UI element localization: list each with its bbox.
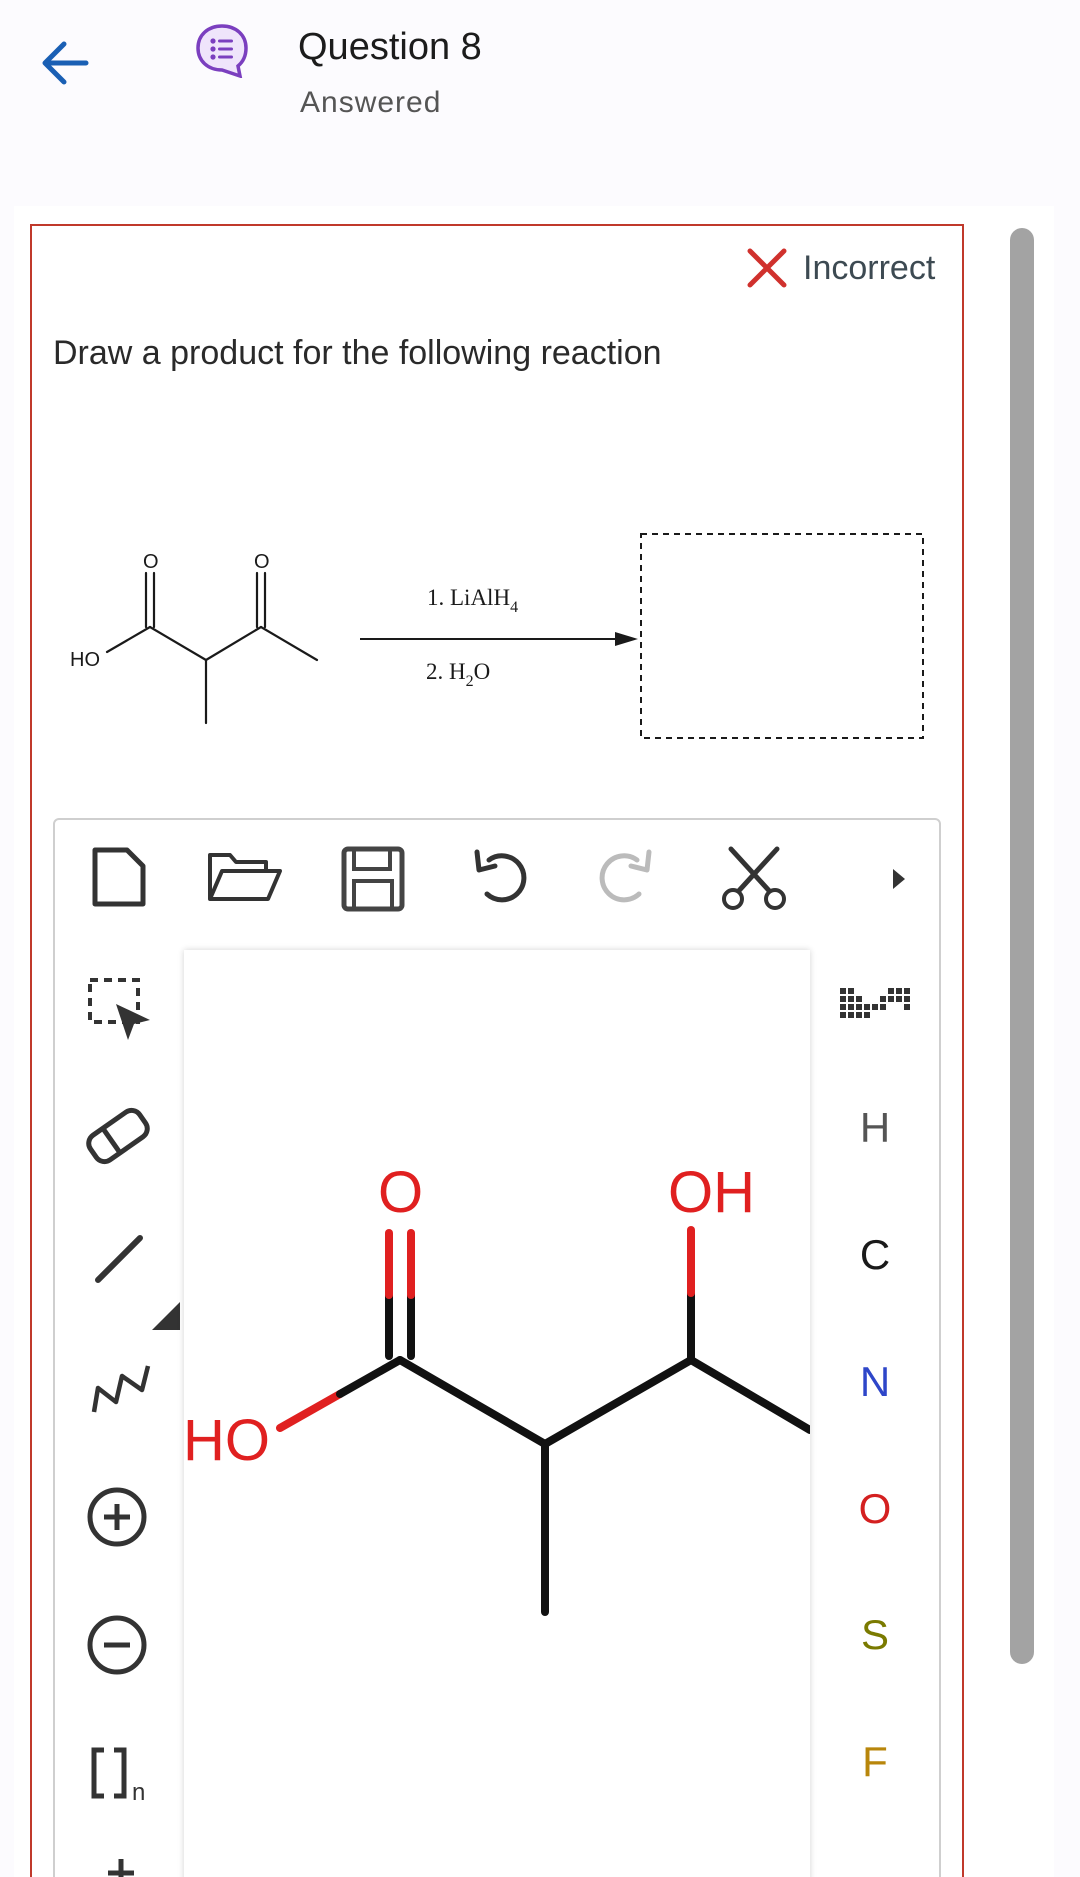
redo-icon xyxy=(599,849,652,903)
undo-button[interactable] xyxy=(466,842,536,912)
app-header: Question 8 Answered xyxy=(0,0,1080,200)
plus-icon xyxy=(108,1859,134,1877)
bond-line-icon xyxy=(95,1235,180,1330)
periodic-table-button[interactable] xyxy=(838,984,914,1030)
redo-button[interactable] xyxy=(590,842,660,912)
scrollbar[interactable] xyxy=(1010,228,1034,1664)
product-placeholder-box xyxy=(640,533,924,739)
back-button[interactable] xyxy=(32,30,98,96)
close-icon xyxy=(747,248,787,288)
eraser-icon xyxy=(86,1107,150,1165)
element-s-button[interactable]: S xyxy=(840,1611,910,1659)
question-title: Question 8 xyxy=(298,26,482,68)
svg-text:2. H2O: 2. H2O xyxy=(426,659,490,690)
plus-circle-icon xyxy=(87,1487,147,1547)
chain-icon xyxy=(91,1365,151,1413)
element-h-button[interactable]: H xyxy=(840,1104,910,1152)
drawn-structure: HO O OH xyxy=(183,1160,814,1616)
undo-icon xyxy=(474,849,527,903)
reactant-oxygen1-label: O xyxy=(143,551,159,573)
reactant-oxygen2-label: O xyxy=(254,551,270,573)
svg-text:1. LiAlH4: 1. LiAlH4 xyxy=(427,585,518,616)
negative-charge-tool[interactable] xyxy=(84,1612,150,1678)
open-folder-icon xyxy=(208,853,282,901)
caret-right-icon xyxy=(893,869,905,889)
reaction-scheme: HO O O 1. LiAlH4 2. H2O xyxy=(70,533,924,739)
positive-charge-tool[interactable] xyxy=(84,1484,150,1550)
element-c-button[interactable]: C xyxy=(840,1231,910,1279)
drawing-canvas[interactable]: HO O OH xyxy=(183,950,814,1877)
more-tools-button[interactable] xyxy=(886,862,912,896)
eraser-tool[interactable] xyxy=(82,1100,154,1172)
drawn-oh-label: OH xyxy=(668,1160,755,1225)
question-status-subtitle: Answered xyxy=(300,86,442,119)
element-f-button[interactable]: F xyxy=(840,1738,910,1786)
arrow-left-icon xyxy=(42,41,89,85)
element-o-button[interactable]: O xyxy=(840,1485,910,1533)
status-label: Incorrect xyxy=(803,248,936,287)
new-file-icon xyxy=(92,847,146,907)
question-prompt: Draw a product for the following reactio… xyxy=(53,334,662,372)
reagent-1: 1. LiAlH xyxy=(427,585,510,610)
save-icon xyxy=(341,846,405,912)
open-button[interactable] xyxy=(202,842,286,912)
bracket-tool[interactable]: n xyxy=(88,1744,154,1806)
selection-arrow-icon xyxy=(88,978,150,1040)
cut-icon xyxy=(722,846,786,910)
periodic-table-icon xyxy=(840,988,910,1018)
reagent-2: 2. H xyxy=(426,659,466,684)
save-button[interactable] xyxy=(336,842,410,916)
select-tool[interactable] xyxy=(86,976,156,1046)
cut-button[interactable] xyxy=(718,842,790,914)
svg-text:n: n xyxy=(132,1779,145,1806)
drawn-ho-label: HO xyxy=(184,1408,270,1473)
chain-tool[interactable] xyxy=(90,1362,152,1416)
new-file-button[interactable] xyxy=(84,842,154,912)
element-n-button[interactable]: N xyxy=(840,1358,910,1406)
drawn-o-label: O xyxy=(378,1160,423,1225)
question-list-icon[interactable] xyxy=(194,22,250,79)
minus-circle-icon xyxy=(87,1615,147,1675)
single-bond-tool[interactable] xyxy=(86,1226,182,1330)
bracket-icon: n xyxy=(91,1747,145,1806)
additional-tool[interactable] xyxy=(104,1856,138,1877)
reactant-hydroxyl-label: HO xyxy=(70,649,100,671)
answer-status: Incorrect xyxy=(745,246,935,290)
